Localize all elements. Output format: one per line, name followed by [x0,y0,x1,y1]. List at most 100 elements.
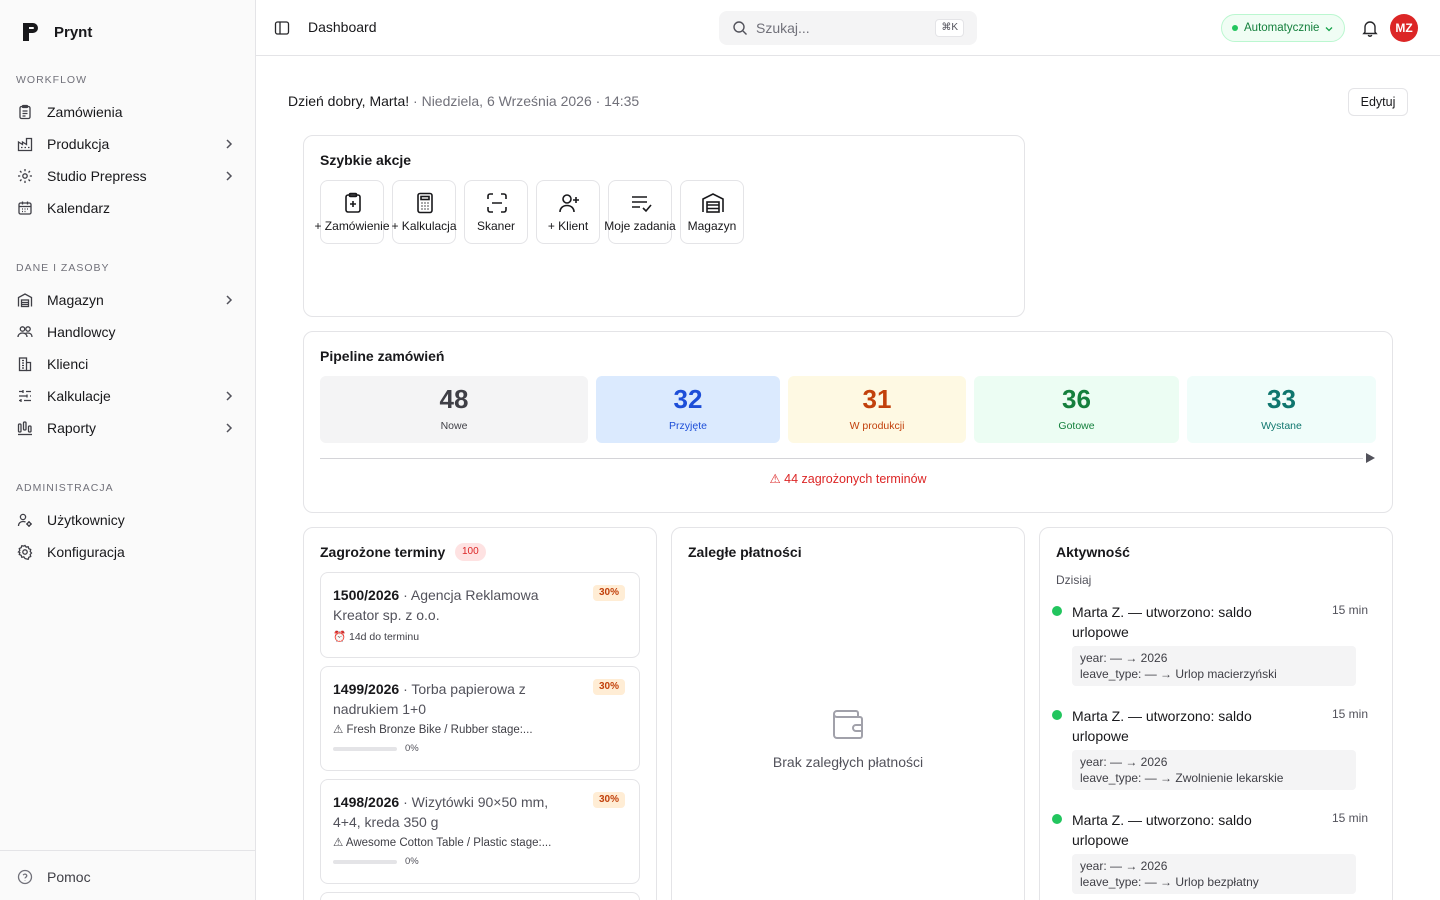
user-plus-icon [559,194,579,213]
pipeline-stage-w-produkcji[interactable]: 31 W produkcji [788,376,966,443]
stage-count: 33 [1267,384,1296,414]
activity-details: year: — → 2026 leave_type: — → Zwolnieni… [1072,750,1356,790]
sidebar-toggle-icon[interactable] [274,20,290,36]
activity-text: Marta Z. — utworzono: saldo urlopowe [1072,604,1252,640]
order-title: 1498/2026 · Wizytówki 90×50 mm, 4+4, kre… [333,792,573,832]
sidebar-item-konfiguracja[interactable]: Konfiguracja [8,537,248,567]
quick-action-warehouse[interactable]: Magazyn [680,180,744,244]
sidebar-item-uzytkownicy[interactable]: Użytkownicy [8,505,248,535]
at-risk-item[interactable]: 1499/2026 · Torba papierowa z nadrukiem … [320,666,640,771]
quick-action-label: Moje zadania [604,219,676,233]
search-shortcut: ⌘K [935,19,964,37]
quick-action-label: Magazyn [687,219,737,233]
pipeline-stage-przyjete[interactable]: 32 Przyjęte [596,376,780,443]
quick-actions-card: Szybkie akcje + Zamówienie + Kalkulacja … [303,135,1025,317]
section-title-dane: DANE I ZASOBY [16,262,110,274]
pipeline-stage-gotowe[interactable]: 36 Gotowe [974,376,1179,443]
progress-bar [333,860,397,864]
stage-label: Przyjęte [669,420,707,432]
order-number: 1499/2026 [333,681,400,697]
search-input[interactable]: Szukaj... ⌘K [719,11,977,45]
overdue-payments-card: Zaległe płatności Brak zaległych płatnoś… [671,527,1025,900]
activity-details: year: — → 2026 leave_type: — → Urlop bez… [1072,854,1356,894]
pipeline-stage-wystane[interactable]: 33 Wystane [1187,376,1376,443]
quick-action-calculation[interactable]: + Kalkulacja [391,180,457,244]
at-risk-title: Zagrożone terminy [320,544,446,560]
quick-action-label: + Kalkulacja [391,219,457,233]
overdue-payments-title: Zaległe płatności [688,544,802,560]
quick-action-scanner[interactable]: Skaner [464,180,528,244]
quick-action-label: + Zamówienie [314,219,390,233]
quick-action-new-order[interactable]: + Zamówienie [314,180,390,244]
stage-label: Wystane [1261,420,1302,432]
search-icon [733,21,747,35]
stage-count: 48 [439,384,469,414]
sidebar: Prynt WORKFLOW Zamówienia Produkcja Stud… [0,0,256,900]
help-circle-icon [17,869,33,885]
sidebar-item-label: Klienci [47,356,89,372]
mode-label: Automatycznie [1244,22,1320,34]
bell-icon[interactable] [1361,19,1379,37]
quick-action-my-tasks[interactable]: Moje zadania [604,180,676,244]
detail-line: leave_type: — → Urlop bezpłatny [1080,875,1259,889]
activity-card: Aktywność Dzisiaj Marta Z. — utworzono: … [1039,527,1393,900]
chevron-right-icon [226,139,233,149]
sidebar-footer: Pomoc [0,850,255,885]
at-risk-item[interactable] [320,892,640,900]
activity-time: 15 min [1331,707,1368,721]
sidebar-item-klienci[interactable]: Klienci [8,349,248,379]
empty-state-text: Brak zaległych płatności [772,754,924,770]
stage-count: 36 [1062,384,1091,414]
activity-time: 15 min [1331,811,1368,825]
factory-icon [17,137,33,152]
warehouse-icon [17,293,33,308]
activity-dot [1052,606,1062,616]
stage-count: 32 [673,384,703,414]
at-risk-item[interactable]: 1500/2026 · Agencja Reklamowa Kreator sp… [320,572,640,658]
risk-percent-badge: 30% [592,679,625,695]
users-icon [17,326,33,338]
stage-label: W produkcji [849,420,905,432]
sidebar-item-studio-prepress[interactable]: Studio Prepress [8,161,248,191]
greeting: Dzień dobry, Marta! · Niedziela, 6 Wrześ… [288,93,640,109]
user-cog-icon [17,513,32,527]
sidebar-item-produkcja[interactable]: Produkcja [8,129,248,159]
activity-details: year: — → 2026 leave_type: — → Urlop mac… [1072,646,1356,686]
sidebar-item-label: Kalendarz [47,200,111,216]
clipboard-icon [19,104,31,120]
mode-selector[interactable]: Automatycznie [1221,14,1345,42]
detail-line: year: — → 2026 [1080,651,1168,665]
sidebar-item-handlowcy[interactable]: Handlowcy [8,317,248,347]
help-link[interactable]: Pomoc [8,862,248,892]
pipeline-stage-nowe[interactable]: 48 Nowe [320,376,588,443]
sparkle-icon [18,169,32,183]
breadcrumb[interactable]: Dashboard [308,19,377,35]
activity-title: Aktywność [1056,544,1130,560]
chart-icon [17,421,32,436]
sidebar-item-kalkulacje[interactable]: Kalkulacje [8,381,248,411]
at-risk-warning[interactable]: ⚠ 44 zagrożonych terminów [304,471,1392,486]
app-name: Prynt [54,23,93,41]
sidebar-item-kalendarz[interactable]: Kalendarz [8,193,248,223]
user-avatar[interactable]: MZ [1390,14,1418,42]
quick-action-new-client[interactable]: + Klient [536,180,600,244]
activity-text: Marta Z. — utworzono: saldo urlopowe [1072,812,1252,848]
activity-dot [1052,710,1062,720]
chevron-right-icon [226,423,233,433]
sidebar-item-label: Magazyn [47,292,104,308]
chevron-down-icon [1325,27,1333,32]
sidebar-item-raporty[interactable]: Raporty [8,413,248,443]
sidebar-item-zamowienia[interactable]: Zamówienia [8,97,248,127]
edit-button[interactable]: Edytuj [1348,88,1408,116]
warehouse-icon [702,193,724,213]
prynt-logo-icon [23,23,38,41]
sidebar-item-label: Kalkulacje [47,388,111,404]
at-risk-item[interactable]: 1498/2026 · Wizytówki 90×50 mm, 4+4, kre… [320,779,640,884]
app-logo[interactable]: Prynt [22,22,92,42]
quick-action-label: + Klient [547,219,589,233]
order-title: 1499/2026 · Torba papierowa z nadrukiem … [333,679,573,719]
section-title-workflow: WORKFLOW [16,74,87,86]
sidebar-item-magazyn[interactable]: Magazyn [8,285,248,315]
detail-line: year: — → 2026 [1080,755,1168,769]
at-risk-count-badge: 100 [455,543,486,561]
